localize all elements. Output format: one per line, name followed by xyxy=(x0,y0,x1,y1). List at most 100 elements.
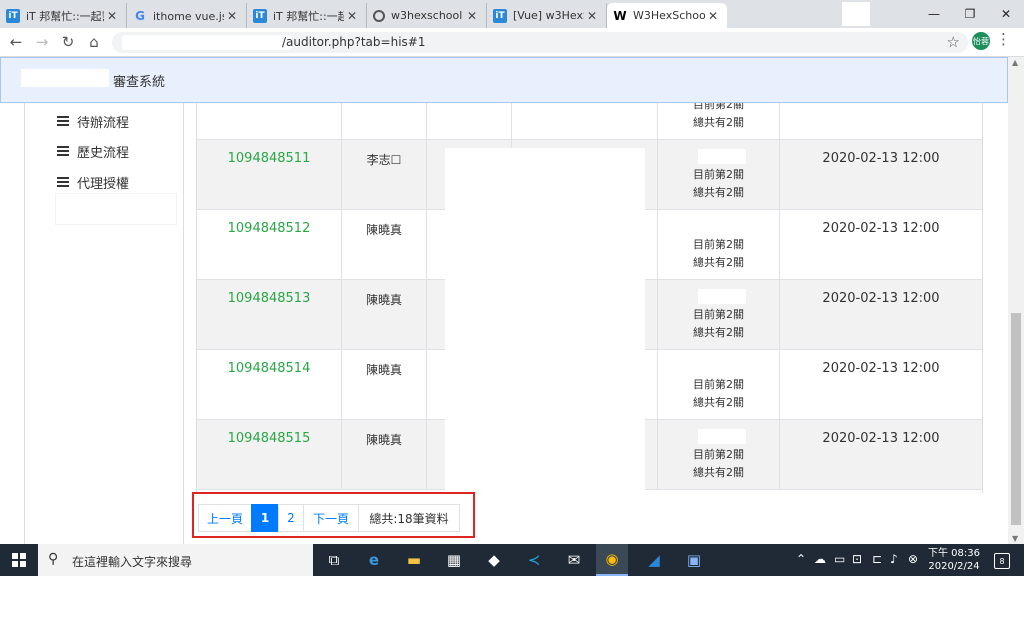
onedrive-icon[interactable]: ☁ xyxy=(814,552,826,566)
taskbar-search[interactable]: ⚲ 在這裡輸入文字來搜尋 xyxy=(38,544,313,576)
cell-stage: 目前第2關 總共有2關 xyxy=(658,280,780,349)
close-icon[interactable]: ✕ xyxy=(344,9,360,23)
task-view-icon[interactable]: ⧉ xyxy=(318,548,350,572)
browser-toolbar: ← → ↻ ⌂ /auditor.php?tab=his#1 ☆ xyxy=(0,28,1024,57)
list-icon xyxy=(57,146,69,156)
cell-empty xyxy=(427,103,512,139)
sidebar-item-label: 代理授權 xyxy=(77,176,130,192)
close-icon[interactable]: ✕ xyxy=(584,9,600,23)
edge-icon[interactable]: e xyxy=(358,548,390,572)
stage-info: 目前第2關 總共有2關 xyxy=(658,103,779,132)
bookmark-star-icon[interactable]: ☆ xyxy=(947,33,960,51)
cell-stage: 目前第2關 總共有2關 xyxy=(658,210,780,279)
case-id-link[interactable]: 1094848513 xyxy=(197,291,341,306)
browser-tab-strip: iT iT 邦幫忙::一起幫 ✕ G ithome vue.js 眾 ✕ iT … xyxy=(0,0,1024,28)
cell-name: 陳曉真 xyxy=(342,280,427,349)
scroll-down-arrow-icon[interactable]: ▼ xyxy=(1012,534,1018,543)
close-icon[interactable]: ✕ xyxy=(224,9,240,23)
browser-tab[interactable]: iT iT 邦幫忙::一起幫 ✕ xyxy=(0,3,127,28)
store-icon[interactable]: ▦ xyxy=(438,548,470,572)
home-icon[interactable]: ⌂ xyxy=(84,32,104,52)
prev-page-button[interactable]: 上一頁 xyxy=(198,504,252,532)
redacted-area xyxy=(445,283,645,353)
page-2-button[interactable]: 2 xyxy=(278,504,304,532)
close-icon[interactable]: ✕ xyxy=(104,9,120,23)
close-icon[interactable]: ✕ xyxy=(464,9,480,23)
scroll-up-arrow-icon[interactable]: ▲ xyxy=(1012,58,1018,67)
app-icon[interactable]: ◢ xyxy=(638,548,670,572)
security-icon[interactable]: ⊡ xyxy=(852,552,862,566)
page-1-button[interactable]: 1 xyxy=(251,504,279,532)
window-close-icon[interactable]: ✕ xyxy=(988,0,1024,28)
applicant-name: 陳曉真 xyxy=(365,223,402,237)
ime-icon[interactable]: ⊗ xyxy=(908,552,918,566)
browser-tab[interactable]: iT iT 邦幫忙::一起幫 ✕ xyxy=(247,3,367,28)
tab-title: iT 邦幫忙::一起幫 xyxy=(26,9,104,23)
browser-tab[interactable]: G ithome vue.js 眾 ✕ xyxy=(127,3,247,28)
file-explorer-icon[interactable]: ▬ xyxy=(398,548,430,572)
clock-date: 2020/2/24 xyxy=(928,561,980,572)
chevron-up-icon[interactable]: ⌃ xyxy=(796,552,806,566)
close-icon[interactable]: ✕ xyxy=(705,9,721,23)
redacted-area xyxy=(698,149,746,164)
cell-id: 1094848513 xyxy=(197,280,342,349)
mail-icon[interactable]: ✉ xyxy=(558,548,590,572)
sidebar-item-label: 待辦流程 xyxy=(77,115,130,131)
stage-current: 目前第2關 xyxy=(693,308,744,321)
cell-id xyxy=(197,103,342,139)
reload-icon[interactable]: ↻ xyxy=(58,32,78,52)
forward-arrow-icon[interactable]: → xyxy=(32,32,52,52)
page-scrollbar[interactable]: ▲ ▼ xyxy=(1008,57,1024,544)
cell-date: 2020-02-13 12:00 xyxy=(780,210,982,279)
browser-tab[interactable]: iT [Vue] w3HexSch ✕ xyxy=(487,3,607,28)
battery-icon[interactable]: ▭ xyxy=(834,552,845,566)
sidebar: 待辦流程 歷史流程 代理授權 xyxy=(24,103,184,544)
stage-current: 目前第2關 xyxy=(693,448,744,461)
cell-stage: 目前第2關 總共有2關 xyxy=(658,103,780,139)
windows-start-icon[interactable] xyxy=(12,553,26,567)
stage-total: 總共有2關 xyxy=(693,396,744,409)
cell-id: 1094848514 xyxy=(197,350,342,419)
scrollbar-thumb[interactable] xyxy=(1011,313,1021,525)
stage-current: 目前第2關 xyxy=(693,378,744,391)
redacted-area xyxy=(445,213,645,283)
redacted-area xyxy=(698,429,746,444)
tab-title: ithome vue.js 眾 xyxy=(153,9,224,23)
menu-kebab-icon[interactable]: ⋮ xyxy=(996,30,1011,48)
browser-tab-active[interactable]: W W3HexSchool ✕ xyxy=(607,3,727,28)
case-id-link[interactable]: 1094848515 xyxy=(197,431,341,446)
network-icon[interactable]: ⊏ xyxy=(872,552,882,566)
table-row: 目前第2關 總共有2關 xyxy=(197,103,982,140)
vscode-icon[interactable]: ≺ xyxy=(518,548,550,572)
minimize-icon[interactable]: — xyxy=(916,0,952,28)
clock-time: 下午 08:36 xyxy=(928,548,980,559)
history-table: 目前第2關 總共有2關 1094848511 李志☐ 目前第2關 總共有2關 2… xyxy=(196,103,983,493)
url-text: /auditor.php?tab=his#1 xyxy=(282,35,426,49)
browser-tab[interactable]: w3hexschool ✕ xyxy=(367,3,487,28)
profile-avatar[interactable]: 怡蓉 xyxy=(972,32,990,50)
case-id-link[interactable]: 1094848511 xyxy=(197,151,341,166)
sidebar-item-history[interactable]: 歷史流程 xyxy=(57,141,129,161)
address-bar[interactable]: /auditor.php?tab=his#1 ☆ xyxy=(112,32,968,53)
tab-title: w3hexschool xyxy=(391,9,463,22)
next-page-button[interactable]: 下一頁 xyxy=(303,504,359,532)
case-id-link[interactable]: 1094848512 xyxy=(197,221,341,236)
sidebar-item-delegation[interactable]: 代理授權 xyxy=(57,172,129,192)
volume-icon[interactable]: ♪ xyxy=(890,552,898,566)
restore-icon[interactable]: ❐ xyxy=(952,0,988,28)
back-arrow-icon[interactable]: ← xyxy=(6,32,26,52)
sidebar-item-pending[interactable]: 待辦流程 xyxy=(57,111,129,131)
remote-desktop-icon[interactable]: ▣ xyxy=(678,548,710,572)
redacted-area xyxy=(445,353,645,423)
dropbox-icon[interactable]: ◆ xyxy=(478,548,510,572)
notification-icon[interactable]: 8 xyxy=(994,553,1010,569)
redacted-area xyxy=(122,35,292,50)
redacted-area xyxy=(445,423,645,493)
taskbar-clock[interactable]: 下午 08:36 2020/2/24 xyxy=(928,547,980,573)
windows-taskbar: ⚲ 在這裡輸入文字來搜尋 ⧉ e ▬ ▦ ◆ ≺ ✉ ◉ ◢ ▣ ⌃ ☁ ▭ ⊡… xyxy=(0,544,1024,576)
case-id-link[interactable]: 1094848514 xyxy=(197,361,341,376)
stage-total: 總共有2關 xyxy=(693,326,744,339)
cell-name: 李志☐ xyxy=(342,140,427,209)
stage-total: 總共有2關 xyxy=(693,186,744,199)
chrome-icon[interactable]: ◉ xyxy=(596,544,628,576)
